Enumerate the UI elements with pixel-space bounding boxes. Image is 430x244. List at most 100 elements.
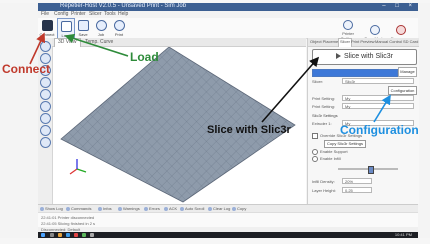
menu-tools[interactable]: Tools <box>104 11 116 17</box>
browser-icon[interactable] <box>66 233 70 237</box>
clear-log-button[interactable]: Clear Log <box>208 206 230 211</box>
save-icon <box>77 20 89 31</box>
menu-file[interactable]: File <box>41 11 49 17</box>
app-icon[interactable] <box>74 233 78 237</box>
slicer-row: Slicer: Slic3r <box>312 78 415 85</box>
annotation-slice: Slice with Slic3r <box>207 124 291 136</box>
menu-printer[interactable]: Printer <box>71 11 86 17</box>
warnings-filter[interactable]: Warnings <box>118 206 140 211</box>
ack-icon <box>164 206 168 211</box>
connect-label: Connect <box>39 32 55 37</box>
slider-knob[interactable] <box>368 166 374 174</box>
easy-mode-icon <box>369 25 380 35</box>
slicer-select[interactable]: Slic3r <box>342 78 414 84</box>
print-setting-row: Print Setting: My <box>312 95 415 102</box>
show-log-toggle[interactable]: Show Log <box>40 206 63 211</box>
copy-log-button[interactable]: Copy <box>232 206 246 211</box>
title-bar: Repetier-Host V2.0.5 - Unsaved Print - S… <box>38 3 418 11</box>
app-icon[interactable] <box>82 233 86 237</box>
log-line: 22:41:05 Slicing finished in 2 s <box>41 221 96 226</box>
job-button[interactable]: Job <box>93 18 109 37</box>
enable-infill-radio[interactable]: Enable Infill <box>312 156 341 162</box>
front-view-icon[interactable] <box>40 101 51 112</box>
print-button[interactable]: Print <box>111 18 127 37</box>
save-button[interactable]: Save <box>75 18 91 37</box>
window-controls[interactable]: – □ × <box>382 3 416 9</box>
auto-scroll-toggle[interactable]: Auto Scroll <box>180 206 204 211</box>
checkbox-box <box>312 133 318 139</box>
ack-filter[interactable]: ACK <box>164 206 177 211</box>
gear-icon <box>343 20 354 30</box>
plug-icon <box>41 20 53 31</box>
enable-infill-label: Enable Infill <box>320 156 341 162</box>
tab-slicer[interactable]: Slicer <box>338 38 353 47</box>
progress-fill <box>313 70 397 76</box>
annotation-load: Load <box>130 50 159 64</box>
view-tabs: 3D View Temp. Curve <box>52 38 306 47</box>
infill-input[interactable]: 20% <box>342 178 372 184</box>
show-log-label: Show Log <box>45 206 63 211</box>
tab-temp-curve[interactable]: Temp. Curve <box>82 39 116 45</box>
slice-with-slic3r-button[interactable]: Slice with Slic3r <box>312 49 417 65</box>
commands-icon <box>66 206 70 211</box>
annotation-configuration: Configuration <box>340 123 419 137</box>
taskbar-clock: 10:41 PM <box>394 232 412 237</box>
commands-label: Commands <box>71 206 92 211</box>
extruder-label: Extruder 1: <box>312 121 332 126</box>
print-setting-select[interactable]: My <box>342 95 414 101</box>
tab-sd-card[interactable]: SD Card <box>403 39 418 44</box>
copy-settings-button[interactable]: Copy Slic3r Settings <box>324 140 366 148</box>
perspective-icon[interactable] <box>40 137 51 148</box>
print-setting-select-2[interactable]: My <box>342 103 414 109</box>
scroll-icon <box>180 206 184 211</box>
print-label: Print <box>114 32 124 37</box>
slice-button-label: Slice with Slic3r <box>343 53 393 60</box>
tab-3d-view[interactable]: 3D View <box>54 38 81 47</box>
clear-icon <box>208 206 212 211</box>
layer-input[interactable]: 0.25 <box>342 187 372 193</box>
tab-object-placement[interactable]: Object Placement <box>310 39 342 44</box>
menu-config[interactable]: Config <box>54 11 68 17</box>
print-setting-row-2: Print Setting: My <box>312 103 415 110</box>
slicer-label: Slicer: <box>312 79 324 84</box>
clear-log-label: Clear Log <box>213 206 231 211</box>
load-button[interactable]: Load <box>57 18 75 39</box>
connect-button[interactable]: Connect <box>39 18 55 37</box>
commands-filter[interactable]: Commands <box>66 206 91 211</box>
layer-row: Layer Height: 0.25 <box>312 187 415 194</box>
slice-progress-bar <box>312 69 398 77</box>
job-icon <box>95 20 107 31</box>
app-icon[interactable] <box>90 233 94 237</box>
side-view-icon[interactable] <box>40 113 51 124</box>
fit-view-icon[interactable] <box>40 77 51 88</box>
folder-icon[interactable] <box>58 233 62 237</box>
manage-button[interactable]: Manage <box>398 67 417 77</box>
infos-label: Infos <box>103 206 112 211</box>
menu-help[interactable]: Help <box>118 11 128 17</box>
top-view-icon[interactable] <box>40 89 51 100</box>
warnings-label: Warnings <box>123 206 140 211</box>
menu-slicer[interactable]: Slicer <box>89 11 102 17</box>
panel-tabs: Object Placement Slicer Print Preview Ma… <box>308 38 419 47</box>
copy-icon <box>232 206 236 211</box>
errors-filter[interactable]: Errors <box>144 206 160 211</box>
tab-print-preview[interactable]: Print Preview <box>351 39 375 44</box>
enable-support-radio[interactable]: Enable Support <box>312 149 348 155</box>
infill-row: Infill Density: 20% <box>312 178 415 185</box>
log-icon <box>40 206 44 211</box>
iso-view-icon[interactable] <box>40 125 51 136</box>
log-line: 22:41:01 Printer disconnected <box>41 215 95 220</box>
emergency-icon <box>396 25 406 35</box>
print-icon <box>113 20 125 31</box>
configuration-button[interactable]: Configuration <box>388 86 417 95</box>
ack-label: ACK <box>169 206 178 211</box>
infos-filter[interactable]: Infos <box>98 206 112 211</box>
open-file-icon <box>60 21 72 32</box>
tab-manual-control[interactable]: Manual Control <box>375 39 402 44</box>
infill-slider[interactable] <box>338 166 398 174</box>
infill-label: Infill Density: <box>312 179 335 184</box>
axis-indicator <box>69 159 87 175</box>
start-icon[interactable] <box>41 233 45 237</box>
search-icon[interactable] <box>50 233 54 237</box>
rotate-icon[interactable] <box>40 41 51 52</box>
